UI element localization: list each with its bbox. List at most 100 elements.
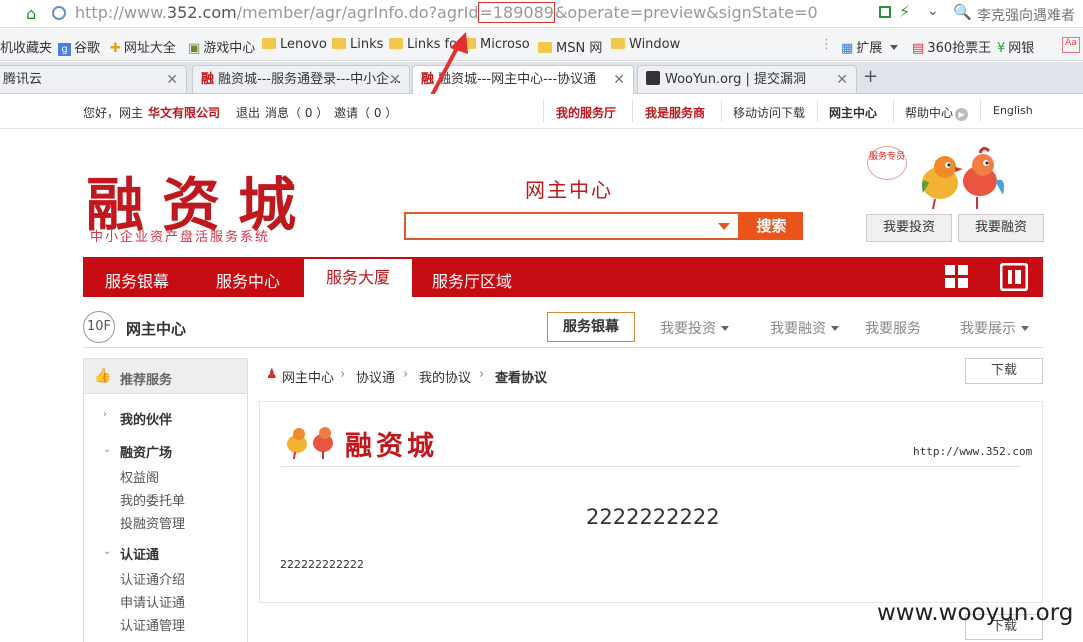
divider <box>543 100 544 122</box>
finance-button[interactable]: 我要融资 <box>958 214 1044 242</box>
invite-link[interactable]: 邀请（ 0 ） <box>334 104 397 121</box>
info-icon[interactable] <box>1000 263 1028 291</box>
tab-wooyun[interactable]: WooYun.org | 提交漏洞 ✕ <box>637 65 857 93</box>
mobile-download-link[interactable]: 移动访问下载 <box>733 104 805 121</box>
divider <box>893 100 894 122</box>
close-icon[interactable]: ✕ <box>389 66 401 93</box>
site-search-input[interactable] <box>404 212 740 240</box>
breadcrumb-my-agreements[interactable]: 我的协议 <box>419 367 471 386</box>
sidebar-item-partners[interactable]: 我的伙伴 <box>120 409 172 428</box>
translate-icon[interactable]: Aa <box>1062 37 1080 53</box>
chevron-down-icon: ⌄ <box>103 546 112 557</box>
watermark: www.wooyun.org <box>877 600 1074 626</box>
messages-link[interactable]: 消息（ 0 ） <box>265 104 328 121</box>
bookmark-games[interactable]: ▣ 游戏中心 <box>188 37 255 56</box>
sidebar-item-cert-manage[interactable]: 认证通管理 <box>120 615 185 634</box>
document-url: http://www.352.com <box>913 445 1033 458</box>
bookmark-360-tickets[interactable]: ▤ 360抢票王 <box>912 37 991 56</box>
thumbs-up-icon: 👍 <box>94 368 112 384</box>
breadcrumb-owner-center[interactable]: 网主中心 <box>282 367 334 386</box>
bookmark-msn[interactable]: MSN 网 <box>538 37 602 56</box>
sidebar-item-investment-mgmt[interactable]: 投融资管理 <box>120 513 185 532</box>
download-button[interactable]: 下载 <box>965 358 1043 384</box>
sidebar-title: 推荐服务 <box>120 373 173 388</box>
qr-code-icon[interactable] <box>879 6 891 18</box>
folder-icon <box>611 38 625 49</box>
company-name[interactable]: 华文有限公司 <box>148 104 220 121</box>
owner-center-link[interactable]: 网主中心 <box>829 104 877 121</box>
sidebar-item-finance-square[interactable]: 融资广场 <box>120 442 172 461</box>
agreement-body: 222222222222 <box>280 558 364 571</box>
service-provider-link[interactable]: 我是服务商 <box>645 104 705 121</box>
chevron-down-icon[interactable]: ⌄ <box>927 3 939 19</box>
sidebar-item-my-orders[interactable]: 我的委托单 <box>120 490 185 509</box>
wooyun-favicon <box>646 71 660 85</box>
tab-service-login[interactable]: 融融资城---服务通登录---中小企... ✕ <box>192 65 410 93</box>
bookmark-ebank[interactable]: ¥ 网银 <box>997 37 1034 56</box>
english-link[interactable]: English <box>993 104 1033 117</box>
lightning-icon[interactable]: ⚡ <box>899 2 910 21</box>
tab-invest[interactable]: 我要投资 <box>660 318 729 338</box>
sidebar-header: 👍 推荐服务 <box>84 359 247 394</box>
chevron-right-icon: › <box>479 367 485 382</box>
agreement-title: 2222222222 <box>586 505 720 529</box>
globe-icon <box>52 6 66 20</box>
chevron-right-icon: › <box>403 367 409 382</box>
bookmark-extensions[interactable]: ▦ 扩展 <box>841 37 899 56</box>
browser-search-input[interactable]: 李克强向遇难者 <box>977 5 1075 25</box>
search-icon[interactable]: 🔍 <box>953 3 972 21</box>
nav-service-building[interactable]: 服务大厦 <box>304 259 413 297</box>
bookmark-windows[interactable]: Window <box>611 37 680 52</box>
logout-link[interactable]: 退出 <box>236 104 260 121</box>
my-service-hall-link[interactable]: 我的服务厅 <box>556 104 616 121</box>
yen-icon: ¥ <box>997 41 1006 56</box>
divider <box>980 100 981 122</box>
sidebar-item-cert-apply[interactable]: 申请认证通 <box>120 592 185 611</box>
floor-title: 网主中心 <box>126 320 187 338</box>
tab-strip: 腾讯云 ✕ 融融资城---服务通登录---中小企... ✕ 融融资城---网主中心-… <box>0 62 1083 94</box>
bookmarks-bar: 机收藏夹 g 谷歌 ✚ 网址大全 ▣ 游戏中心 Lenovo Links Links … <box>0 29 1083 61</box>
tab-service-screen[interactable]: 服务银幕 <box>547 312 635 342</box>
site-slogan: 中小企业资产盘活服务系统 <box>90 230 271 245</box>
gamepad-icon: ▣ <box>188 41 201 56</box>
floor-badge: 10F <box>83 311 115 343</box>
tab-service[interactable]: 我要服务 <box>865 318 921 338</box>
search-button[interactable]: 搜索 <box>740 212 803 240</box>
nav-service-screen[interactable]: 服务银幕 <box>105 268 169 292</box>
url-path: /member/agr/agrInfo.do?agrId <box>236 3 479 22</box>
main-nav: 服务银幕 服务中心 服务大厦 服务厅区域 <box>83 257 1043 297</box>
folder-icon <box>262 38 276 49</box>
invest-button[interactable]: 我要投资 <box>866 214 952 242</box>
site-favicon: 融 <box>201 72 215 87</box>
nav-service-center[interactable]: 服务中心 <box>216 268 280 292</box>
bookmark-site-nav[interactable]: ✚ 网址大全 <box>110 37 176 56</box>
help-center-link[interactable]: 帮助中心 ▶ <box>905 104 969 121</box>
close-icon[interactable]: ✕ <box>836 66 848 93</box>
nav-service-hall-area[interactable]: 服务厅区域 <box>432 268 512 292</box>
sidebar-item-cert-intro[interactable]: 认证通介绍 <box>120 569 185 588</box>
tab-tencent-cloud[interactable]: 腾讯云 ✕ <box>0 65 187 93</box>
more-icon[interactable]: ⋮ <box>820 37 833 52</box>
chevron-down-icon <box>890 45 899 50</box>
breadcrumb-agreement[interactable]: 协议通 <box>356 367 395 386</box>
tab-finance[interactable]: 我要融资 <box>770 318 839 338</box>
close-icon[interactable]: ✕ <box>613 66 625 94</box>
chevron-down-icon <box>831 326 839 331</box>
bookmark-favorites[interactable]: 机收藏夹 <box>0 37 52 56</box>
folder-icon <box>538 42 552 53</box>
url-highlighted-id: =189089 <box>478 2 555 23</box>
bookmark-google[interactable]: g 谷歌 <box>58 37 100 56</box>
home-icon[interactable]: ⌂ <box>26 4 36 23</box>
close-icon[interactable]: ✕ <box>166 66 178 93</box>
url-suffix: &operate=preview&signState=0 <box>554 3 818 22</box>
grid-icon[interactable] <box>945 265 969 289</box>
url-field[interactable]: http://www.352.com/member/agr/agrInfo.do… <box>75 2 818 23</box>
dropdown-arrow-icon[interactable] <box>718 223 730 230</box>
sidebar-item-equity[interactable]: 权益阁 <box>120 467 159 486</box>
bookmark-links[interactable]: Links <box>332 37 383 52</box>
divider <box>721 100 722 122</box>
tab-showcase[interactable]: 我要展示 <box>960 318 1029 338</box>
bookmark-lenovo[interactable]: Lenovo <box>262 37 327 52</box>
sidebar-item-certification[interactable]: 认证通 <box>120 544 159 563</box>
new-tab-icon[interactable]: + <box>863 66 878 87</box>
